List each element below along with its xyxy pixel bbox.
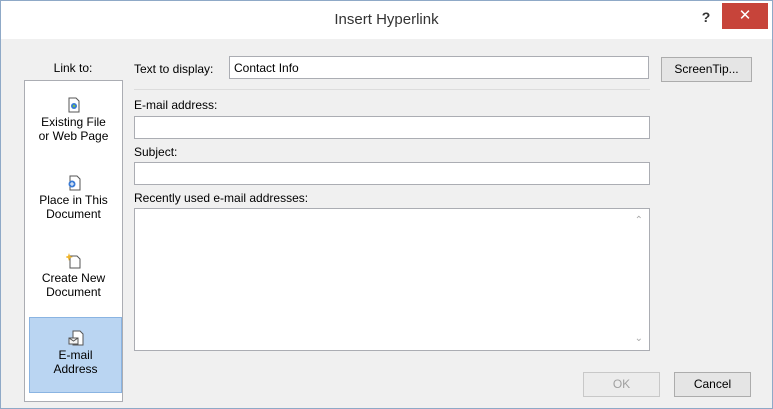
sidebar-label: Place in This Document: [39, 193, 108, 221]
divider: [134, 89, 650, 90]
text-to-display-label: Text to display:: [134, 62, 214, 76]
scroll-up-arrow-icon[interactable]: ⌃: [635, 215, 643, 226]
create-new-document-icon: [65, 253, 80, 269]
sidebar-item-email-address[interactable]: E-mail Address: [29, 317, 122, 393]
sidebar-label: Existing File or Web Page: [38, 115, 109, 143]
subject-input[interactable]: [134, 162, 650, 185]
title-bar: Insert Hyperlink ? ✕: [1, 1, 772, 39]
email-address-label: E-mail address:: [134, 98, 218, 112]
screentip-button[interactable]: ScreenTip...: [661, 57, 752, 82]
link-to-sidebar: Existing File or Web Page Place in This Do…: [24, 80, 123, 402]
text-to-display-input[interactable]: [229, 56, 649, 79]
recent-addresses-label: Recently used e-mail addresses:: [134, 191, 309, 205]
place-in-document-icon: [68, 175, 80, 191]
scroll-down-arrow-icon[interactable]: ⌄: [635, 333, 643, 344]
insert-hyperlink-dialog: Insert Hyperlink ? ✕ Link to: Existing F…: [0, 0, 773, 409]
email-address-input[interactable]: [134, 116, 650, 139]
sidebar-item-create-new-document[interactable]: Create New Document: [26, 241, 121, 317]
sidebar-item-existing-file[interactable]: Existing File or Web Page: [26, 85, 121, 161]
cancel-button[interactable]: Cancel: [674, 372, 751, 397]
recent-addresses-list[interactable]: ⌃ ⌄: [134, 208, 650, 351]
help-button[interactable]: ?: [695, 6, 717, 28]
dialog-title: Insert Hyperlink: [334, 11, 439, 28]
sidebar-label: Create New Document: [41, 271, 106, 299]
email-address-icon: [68, 330, 83, 346]
link-to-label: Link to:: [53, 61, 93, 75]
existing-file-icon: [68, 97, 79, 113]
subject-label: Subject:: [134, 145, 178, 159]
sidebar-item-place-in-document[interactable]: Place in This Document: [26, 163, 121, 239]
sidebar-label: E-mail Address: [53, 348, 98, 376]
ok-button[interactable]: OK: [583, 372, 660, 397]
close-button[interactable]: ✕: [722, 3, 768, 29]
